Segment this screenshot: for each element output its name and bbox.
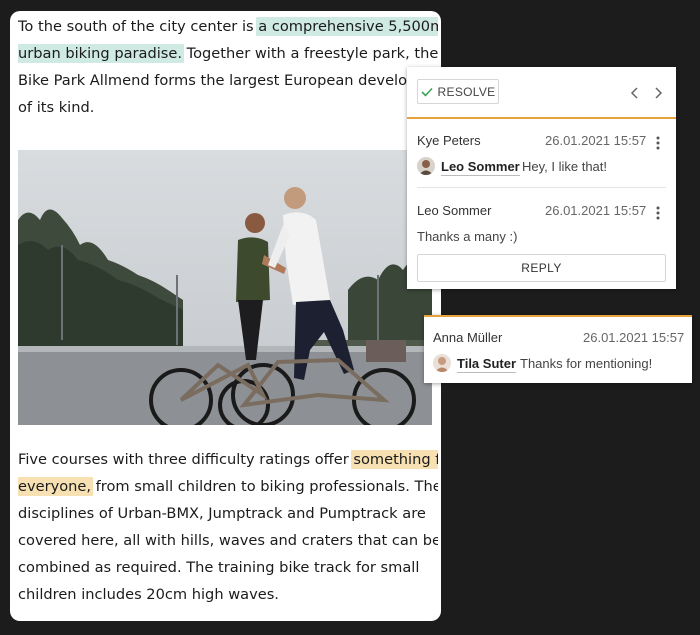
resolve-label: RESOLVE (437, 84, 496, 99)
comment-author: Leo Sommer (417, 203, 492, 218)
comment-date: 26.01.2021 15:57 (545, 133, 647, 148)
comment-thread-active: RESOLVE Kye Peters 26.01.2021 15:57 Leo … (407, 67, 676, 289)
more-options-icon[interactable] (656, 136, 660, 150)
chevron-left-icon[interactable] (629, 86, 641, 100)
text-line: children includes 20cm high waves. (18, 586, 279, 603)
text-line: combined as required. The training bike … (18, 559, 420, 576)
paragraph-intro: To the south of the city center is a com… (18, 13, 438, 121)
comment-date: 26.01.2021 15:57 (583, 330, 685, 345)
text-line: covered here, all with hills, waves and … (18, 532, 438, 549)
text-line: Bike Park Allmend forms the largest Euro… (18, 72, 438, 89)
comment-author: Anna Müller (433, 330, 503, 345)
bike-park-photo (18, 150, 432, 425)
comment-text: Thanks for mentioning! (520, 356, 653, 371)
document-page: To the south of the city center is a com… (10, 11, 441, 621)
more-options-icon[interactable] (656, 206, 660, 220)
avatar-tila-suter (433, 354, 451, 372)
commented-highlight-green[interactable]: urban biking paradise. (18, 44, 185, 63)
paragraph-courses: Five courses with three difficulty ratin… (18, 446, 438, 608)
user-mention[interactable]: Tila Suter (457, 356, 517, 373)
text-line: disciplines of Urban-BMX, Jumptrack and … (18, 505, 426, 522)
user-mention[interactable]: Leo Sommer (441, 159, 520, 176)
check-icon (420, 87, 433, 97)
comment-text: Thanks a many :) (417, 229, 518, 244)
thread-toolbar: RESOLVE (407, 67, 676, 117)
comment-text: Hey, I like that! (522, 159, 608, 174)
text-segment: Together with a freestyle park, the (182, 45, 438, 62)
commented-highlight-green[interactable]: a comprehensive 5,500m2 (256, 17, 438, 36)
comment-divider (417, 187, 666, 188)
chevron-right-icon[interactable] (652, 86, 664, 100)
text-segment: from small children to biking profession… (91, 478, 438, 495)
comment-thread-collapsed[interactable]: Anna Müller 26.01.2021 15:57 Tila Suter … (424, 315, 692, 383)
text-segment: To the south of the city center is (18, 18, 259, 35)
resolve-button[interactable]: RESOLVE (417, 79, 499, 104)
thread-accent-bar (407, 117, 676, 119)
reply-button[interactable]: REPLY (417, 254, 666, 282)
comment-author: Kye Peters (417, 133, 481, 148)
commented-highlight-yellow[interactable]: something for (351, 450, 438, 469)
comment-date: 26.01.2021 15:57 (545, 203, 647, 218)
avatar-leo-sommer (417, 157, 435, 175)
reply-label: REPLY (521, 261, 562, 275)
text-line: of its kind. (18, 99, 95, 116)
commented-highlight-yellow[interactable]: everyone, (18, 477, 94, 496)
text-segment: Five courses with three difficulty ratin… (18, 451, 354, 468)
thread-accent-bar (424, 315, 692, 317)
